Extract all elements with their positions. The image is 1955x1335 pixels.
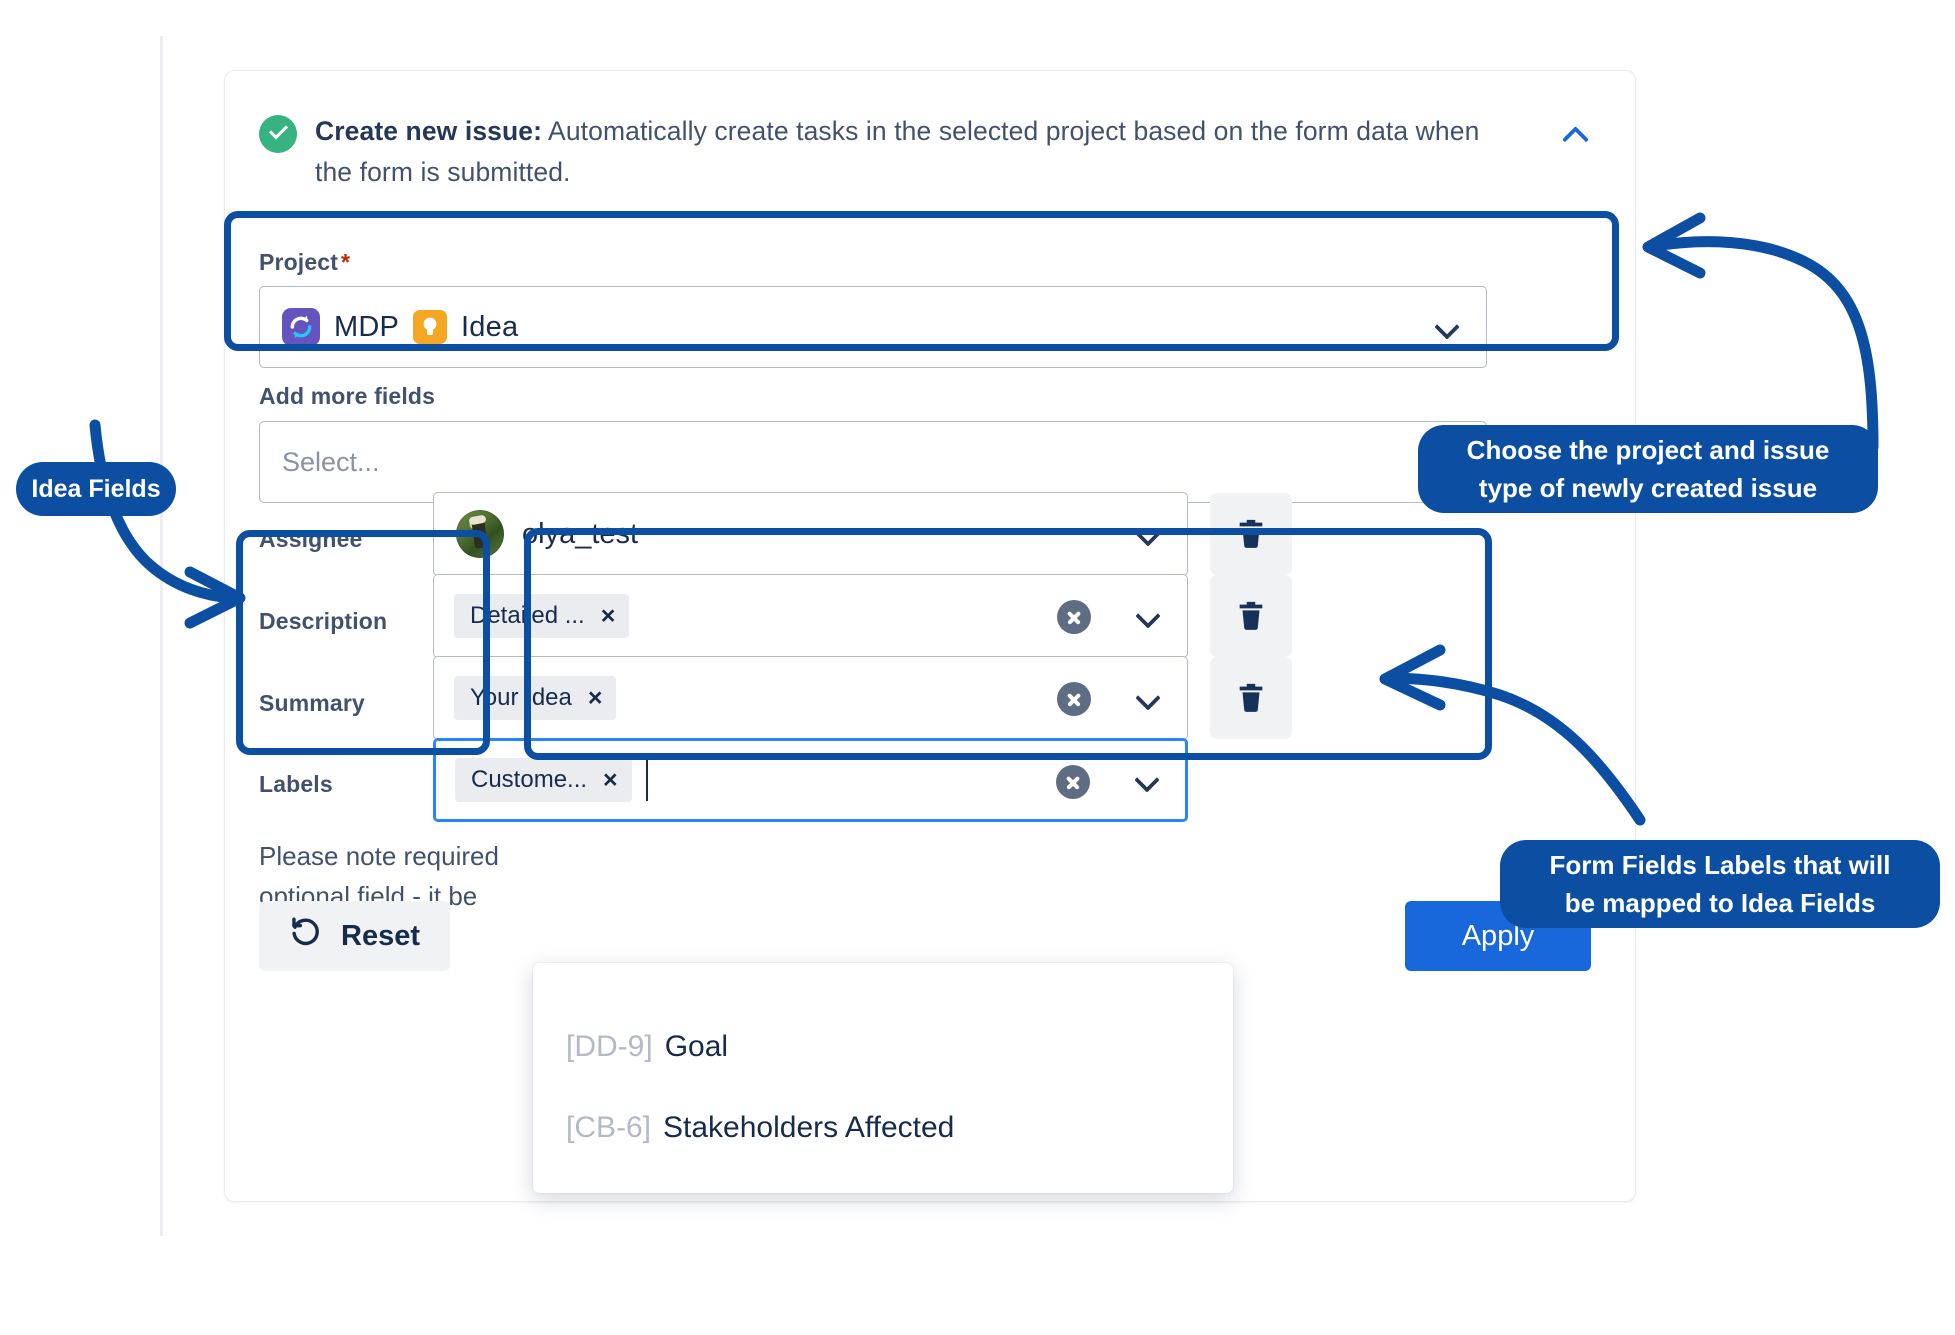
card-header-title: Create new issue: [315, 116, 542, 146]
undo-icon [289, 915, 323, 957]
add-more-fields-label: Add more fields [259, 383, 435, 410]
option-key: [CB-6] [566, 1111, 651, 1145]
labels-options-dropdown[interactable]: [DD-9] Goal [CB-6] Stakeholders Affected [533, 963, 1233, 1193]
green-check-icon [259, 115, 297, 153]
callout-form-fields: Form Fields Labels that will be mapped t… [1500, 840, 1940, 928]
card-header: Create new issue: Automatically create t… [259, 111, 1559, 193]
text-caret [646, 759, 649, 801]
callout-project: Choose the project and issue type of new… [1418, 425, 1878, 513]
add-more-fields-placeholder: Select... [260, 447, 380, 478]
page-left-rule [160, 36, 163, 1236]
add-more-fields-select[interactable]: Select... [259, 421, 1487, 503]
value-chip[interactable]: Custome... × [455, 758, 632, 802]
callout-project-line-1: Choose the project and issue [1467, 431, 1830, 469]
chevron-up-icon[interactable] [1561, 119, 1591, 149]
dropdown-option-stakeholders-affected[interactable]: [CB-6] Stakeholders Affected [533, 1088, 1233, 1168]
dropdown-option-goal[interactable]: [DD-9] Goal [533, 1007, 1233, 1087]
card-header-text: Create new issue: Automatically create t… [315, 111, 1500, 193]
reset-button-label: Reset [341, 920, 420, 953]
reset-button[interactable]: Reset [259, 901, 450, 971]
clear-circle-icon[interactable] [1056, 765, 1090, 799]
callout-form-fields-line-2: be mapped to Idea Fields [1565, 884, 1876, 922]
annotation-box-form-fields [524, 528, 1492, 760]
callout-project-line-2: type of newly created issue [1479, 469, 1817, 507]
option-label: Stakeholders Affected [663, 1111, 954, 1145]
callout-form-fields-line-1: Form Fields Labels that will [1550, 846, 1891, 884]
chevron-down-icon[interactable] [1134, 767, 1160, 793]
annotation-box-project [224, 211, 1619, 351]
chip-label: Custome... [471, 766, 587, 794]
option-label: Goal [665, 1030, 728, 1064]
callout-idea-fields: Idea Fields [16, 462, 176, 516]
note-line-1: Please note required [259, 841, 499, 871]
annotation-box-idea-fields [236, 530, 490, 755]
callout-idea-fields-label: Idea Fields [31, 475, 160, 504]
row-label-labels: Labels [259, 771, 333, 798]
option-key: [DD-9] [566, 1030, 653, 1064]
chip-remove-icon[interactable]: × [603, 768, 618, 793]
